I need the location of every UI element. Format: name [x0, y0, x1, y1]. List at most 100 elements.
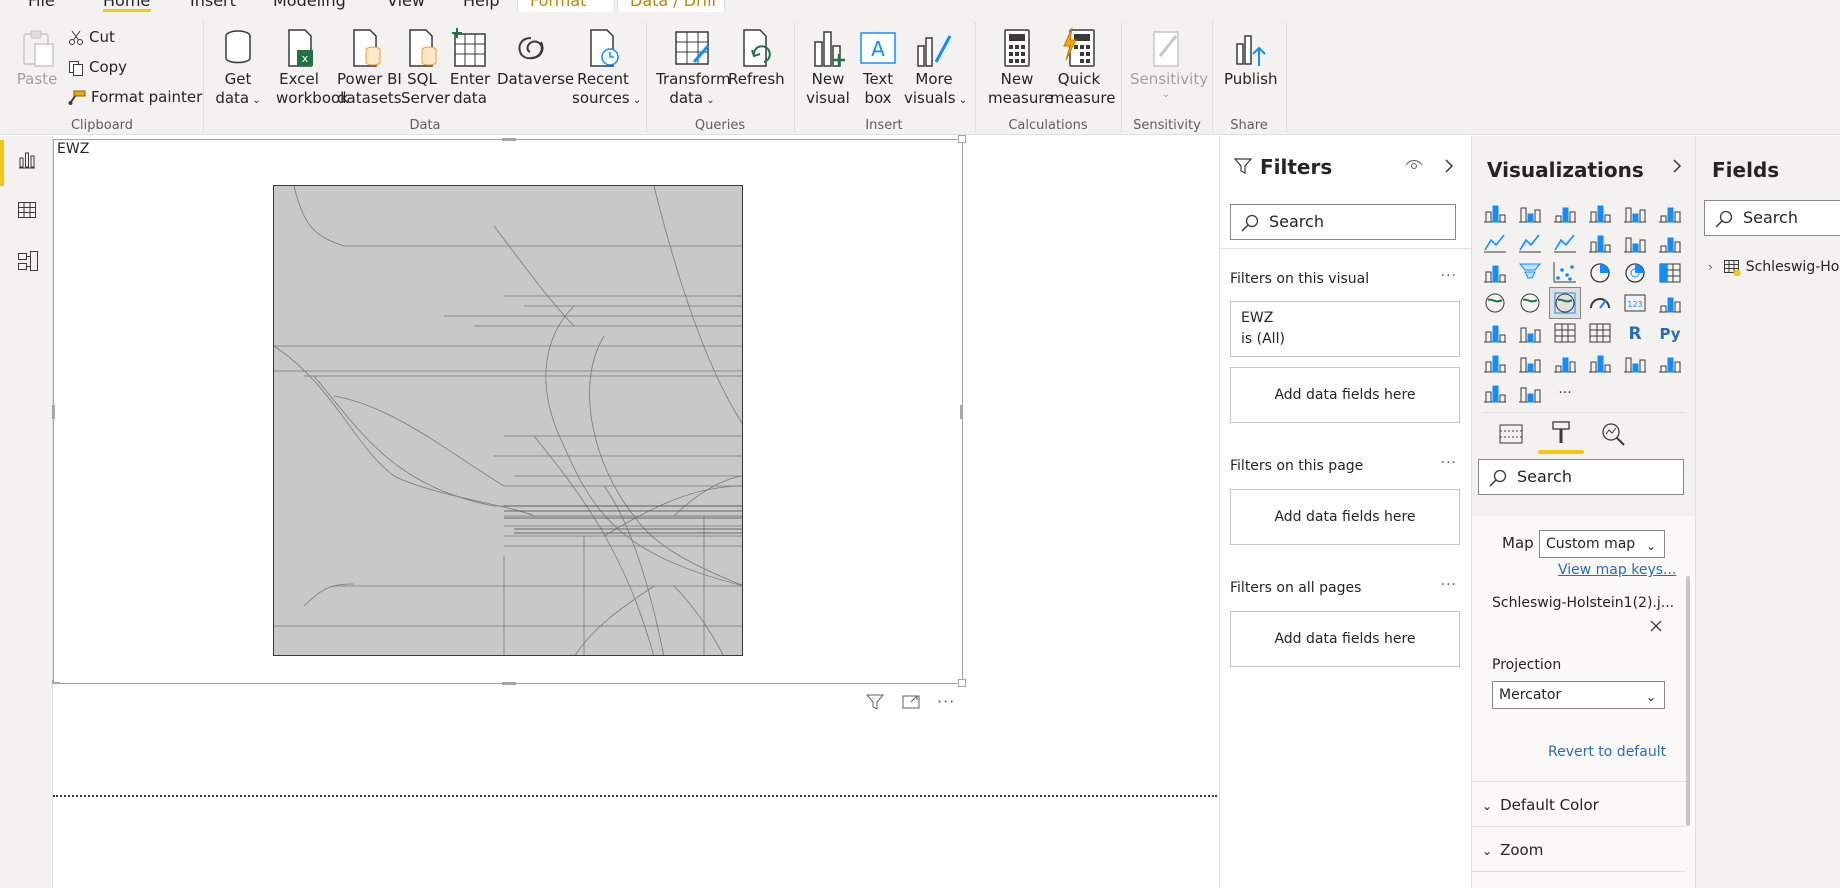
filter-card-ewz[interactable]: EWZ is (All)	[1230, 301, 1460, 357]
tab-format[interactable]: Format	[517, 0, 615, 12]
key-influencers-icon[interactable]	[1480, 348, 1510, 378]
paste-button[interactable]: Paste	[14, 28, 60, 89]
text-box-button[interactable]: A Text box	[858, 28, 898, 108]
paginated-report-icon[interactable]	[1620, 348, 1650, 378]
default-color-section[interactable]: ⌄ Default Color	[1482, 796, 1599, 814]
new-measure-button[interactable]: New measure	[988, 28, 1053, 108]
cut-button[interactable]: Cut	[68, 26, 115, 48]
chevron-right-icon[interactable]	[1672, 158, 1682, 174]
resize-handle[interactable]	[502, 682, 516, 685]
map-type-dropdown[interactable]: Custom map ⌄	[1539, 530, 1665, 558]
report-view-button[interactable]	[17, 150, 37, 174]
sql-server-button[interactable]: SQL Server	[401, 28, 450, 108]
waterfall-icon[interactable]	[1480, 258, 1510, 288]
arcgis-icon[interactable]	[1655, 348, 1685, 378]
enter-data-button[interactable]: Enter data	[449, 28, 491, 108]
clustered-column-icon[interactable]	[1585, 198, 1615, 228]
focus-mode-icon[interactable]	[901, 692, 921, 716]
fields-search-input[interactable]: Search	[1704, 200, 1840, 236]
tab-data-drill[interactable]: Data / Drill	[617, 0, 725, 12]
pie-chart-icon[interactable]	[1585, 258, 1615, 288]
filters-search-input[interactable]: Search	[1230, 204, 1456, 240]
dataverse-button[interactable]: Dataverse	[497, 28, 574, 89]
r-visual-icon[interactable]: R	[1620, 318, 1650, 348]
filter-icon[interactable]	[865, 692, 885, 716]
resize-handle[interactable]	[960, 405, 963, 419]
ribbon-chart-icon[interactable]	[1655, 228, 1685, 258]
stacked-column-icon[interactable]	[1515, 198, 1545, 228]
100-bar-icon[interactable]	[1620, 198, 1650, 228]
card-icon[interactable]: 123	[1620, 288, 1650, 318]
more-options-icon[interactable]: ···	[1441, 455, 1457, 471]
gauge-icon[interactable]	[1585, 288, 1615, 318]
more-options-icon[interactable]: ···	[1441, 268, 1457, 284]
transform-data-button[interactable]: Transform data ⌄	[656, 28, 731, 110]
add-data-fields-visual[interactable]: Add data fields here	[1230, 367, 1460, 423]
custom-map-shape[interactable]	[273, 185, 743, 656]
slicer-icon[interactable]	[1515, 318, 1545, 348]
resize-handle[interactable]	[49, 135, 57, 143]
tab-modeling[interactable]: Modeling	[273, 0, 346, 10]
excel-workbook-button[interactable]: x Excel workbook	[276, 28, 349, 108]
fields-well-icon[interactable]	[1498, 421, 1524, 447]
python-visual-icon[interactable]: Py	[1655, 318, 1685, 348]
tab-view[interactable]: View	[387, 0, 425, 10]
more-options-icon[interactable]: ···	[937, 692, 955, 711]
shape-map-icon[interactable]	[1549, 287, 1581, 319]
funnel-icon[interactable]	[1515, 258, 1545, 288]
sensitivity-button[interactable]: Sensitivity ⌄	[1130, 28, 1208, 101]
power-apps-icon[interactable]	[1480, 378, 1510, 408]
kpi-icon[interactable]	[1480, 318, 1510, 348]
stacked-area-icon[interactable]	[1550, 228, 1580, 258]
format-paintbrush-icon[interactable]	[1548, 419, 1574, 447]
line-chart-icon[interactable]	[1480, 228, 1510, 258]
close-icon[interactable]	[1650, 620, 1662, 632]
map-icon[interactable]	[1480, 288, 1510, 318]
more-visuals-button[interactable]: More visuals ⌄	[904, 28, 967, 110]
power-automate-icon[interactable]	[1515, 378, 1545, 408]
analytics-icon[interactable]	[1600, 421, 1626, 447]
smart-narrative-icon[interactable]	[1585, 348, 1615, 378]
scatter-icon[interactable]	[1550, 258, 1580, 288]
new-visual-button[interactable]: New visual	[804, 28, 852, 108]
more-options-icon[interactable]: ···	[1441, 577, 1457, 593]
quick-measure-button[interactable]: Quick measure	[1050, 28, 1115, 108]
tab-insert[interactable]: Insert	[190, 0, 236, 10]
field-table-item[interactable]: › Schleswig-Holstein1	[1708, 258, 1840, 277]
matrix-icon[interactable]	[1585, 318, 1615, 348]
chevron-right-icon[interactable]	[1444, 158, 1454, 174]
resize-handle[interactable]	[958, 679, 966, 687]
eye-icon[interactable]	[1405, 158, 1423, 172]
add-data-fields-page[interactable]: Add data fields here	[1230, 489, 1460, 545]
decomposition-tree-icon[interactable]	[1515, 348, 1545, 378]
publish-button[interactable]: Publish	[1224, 28, 1277, 89]
data-view-button[interactable]	[17, 200, 37, 224]
power-bi-datasets-button[interactable]: Power BI datasets	[337, 28, 402, 108]
model-view-button[interactable]	[17, 250, 39, 276]
copy-button[interactable]: Copy	[68, 56, 127, 78]
resize-handle[interactable]	[52, 405, 55, 419]
100-column-icon[interactable]	[1655, 198, 1685, 228]
revert-to-default-link[interactable]: Revert to default	[1548, 744, 1666, 760]
clustered-bar-icon[interactable]	[1550, 198, 1580, 228]
view-map-keys-link[interactable]: View map keys...	[1558, 562, 1676, 578]
qa-icon[interactable]	[1550, 348, 1580, 378]
tab-help[interactable]: Help	[463, 0, 499, 10]
recent-sources-button[interactable]: Recent sources ⌄	[572, 28, 641, 110]
stacked-bar-icon[interactable]	[1480, 198, 1510, 228]
line-clustered-column-icon[interactable]	[1620, 228, 1650, 258]
zoom-section[interactable]: ⌄ Zoom	[1482, 841, 1543, 859]
filled-map-icon[interactable]	[1515, 288, 1545, 318]
more-visuals-icon[interactable]: ···	[1550, 378, 1580, 408]
scrollbar[interactable]	[1686, 576, 1690, 826]
resize-handle[interactable]	[502, 138, 516, 141]
resize-handle[interactable]	[52, 680, 60, 684]
get-data-button[interactable]: Get data ⌄	[214, 28, 262, 110]
tab-file[interactable]: File	[28, 0, 55, 10]
refresh-button[interactable]: Refresh	[728, 28, 785, 89]
area-chart-icon[interactable]	[1515, 228, 1545, 258]
projection-dropdown[interactable]: Mercator ⌄	[1492, 681, 1665, 709]
format-painter-button[interactable]: Format painter	[68, 86, 202, 108]
add-data-fields-all-pages[interactable]: Add data fields here	[1230, 611, 1460, 667]
multi-row-card-icon[interactable]	[1655, 288, 1685, 318]
